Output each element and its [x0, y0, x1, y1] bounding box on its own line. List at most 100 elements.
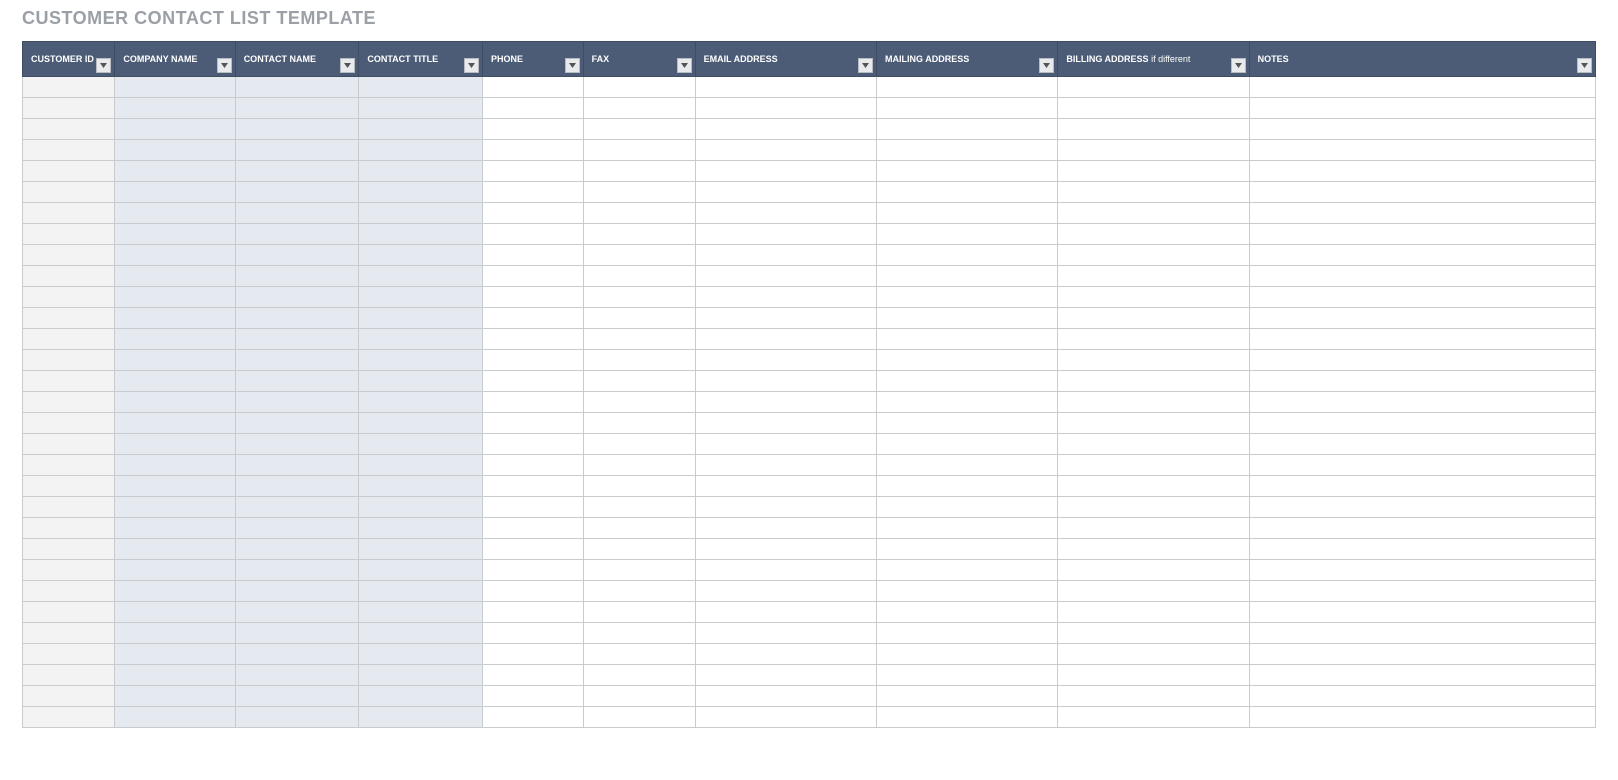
table-cell[interactable] [235, 308, 359, 329]
table-cell[interactable] [483, 455, 584, 476]
table-cell[interactable] [235, 371, 359, 392]
table-cell[interactable] [1249, 77, 1595, 98]
table-cell[interactable] [1249, 371, 1595, 392]
table-cell[interactable] [483, 413, 584, 434]
table-cell[interactable] [483, 119, 584, 140]
table-cell[interactable] [1058, 266, 1249, 287]
table-cell[interactable] [1058, 413, 1249, 434]
table-cell[interactable] [1249, 707, 1595, 728]
table-cell[interactable] [1058, 518, 1249, 539]
table-cell[interactable] [483, 476, 584, 497]
table-cell[interactable] [1249, 287, 1595, 308]
table-cell[interactable] [115, 287, 235, 308]
table-cell[interactable] [695, 581, 876, 602]
table-cell[interactable] [1058, 350, 1249, 371]
table-cell[interactable] [1058, 371, 1249, 392]
table-cell[interactable] [23, 245, 115, 266]
table-cell[interactable] [359, 581, 483, 602]
table-cell[interactable] [1058, 434, 1249, 455]
table-cell[interactable] [359, 707, 483, 728]
table-cell[interactable] [235, 581, 359, 602]
table-cell[interactable] [877, 434, 1058, 455]
table-cell[interactable] [583, 560, 695, 581]
table-cell[interactable] [483, 350, 584, 371]
filter-dropdown-button[interactable] [1231, 58, 1246, 73]
table-cell[interactable] [483, 665, 584, 686]
table-cell[interactable] [877, 581, 1058, 602]
table-cell[interactable] [583, 245, 695, 266]
table-cell[interactable] [235, 539, 359, 560]
table-cell[interactable] [235, 266, 359, 287]
table-cell[interactable] [1249, 140, 1595, 161]
table-cell[interactable] [115, 98, 235, 119]
table-cell[interactable] [1058, 224, 1249, 245]
table-cell[interactable] [483, 392, 584, 413]
table-cell[interactable] [359, 287, 483, 308]
table-cell[interactable] [483, 224, 584, 245]
table-cell[interactable] [695, 245, 876, 266]
table-cell[interactable] [877, 455, 1058, 476]
table-cell[interactable] [877, 686, 1058, 707]
table-cell[interactable] [235, 644, 359, 665]
table-cell[interactable] [695, 413, 876, 434]
table-cell[interactable] [359, 371, 483, 392]
table-cell[interactable] [1249, 476, 1595, 497]
table-cell[interactable] [359, 119, 483, 140]
table-cell[interactable] [235, 560, 359, 581]
table-cell[interactable] [235, 161, 359, 182]
table-cell[interactable] [877, 476, 1058, 497]
table-cell[interactable] [483, 644, 584, 665]
table-cell[interactable] [1249, 581, 1595, 602]
table-cell[interactable] [359, 329, 483, 350]
table-cell[interactable] [877, 140, 1058, 161]
table-cell[interactable] [695, 119, 876, 140]
table-cell[interactable] [695, 308, 876, 329]
table-cell[interactable] [877, 224, 1058, 245]
table-cell[interactable] [115, 77, 235, 98]
table-cell[interactable] [1249, 245, 1595, 266]
table-cell[interactable] [695, 203, 876, 224]
table-cell[interactable] [359, 350, 483, 371]
table-cell[interactable] [115, 350, 235, 371]
table-cell[interactable] [235, 350, 359, 371]
table-cell[interactable] [483, 308, 584, 329]
table-cell[interactable] [1249, 266, 1595, 287]
table-cell[interactable] [115, 686, 235, 707]
table-cell[interactable] [23, 182, 115, 203]
table-cell[interactable] [695, 371, 876, 392]
table-cell[interactable] [1058, 203, 1249, 224]
table-cell[interactable] [115, 539, 235, 560]
table-cell[interactable] [583, 623, 695, 644]
table-cell[interactable] [1058, 182, 1249, 203]
table-cell[interactable] [695, 644, 876, 665]
table-cell[interactable] [235, 455, 359, 476]
table-cell[interactable] [1249, 518, 1595, 539]
table-cell[interactable] [115, 707, 235, 728]
table-cell[interactable] [877, 119, 1058, 140]
table-cell[interactable] [583, 98, 695, 119]
table-cell[interactable] [1058, 329, 1249, 350]
table-cell[interactable] [695, 686, 876, 707]
table-cell[interactable] [1058, 602, 1249, 623]
table-cell[interactable] [359, 623, 483, 644]
table-cell[interactable] [1249, 224, 1595, 245]
table-cell[interactable] [695, 434, 876, 455]
table-cell[interactable] [1249, 98, 1595, 119]
table-cell[interactable] [1058, 98, 1249, 119]
table-cell[interactable] [359, 308, 483, 329]
table-cell[interactable] [235, 77, 359, 98]
table-cell[interactable] [115, 455, 235, 476]
table-cell[interactable] [583, 266, 695, 287]
table-cell[interactable] [1249, 560, 1595, 581]
table-cell[interactable] [235, 497, 359, 518]
table-cell[interactable] [583, 476, 695, 497]
table-cell[interactable] [235, 245, 359, 266]
table-cell[interactable] [235, 224, 359, 245]
table-cell[interactable] [583, 644, 695, 665]
table-cell[interactable] [115, 602, 235, 623]
table-cell[interactable] [583, 581, 695, 602]
table-cell[interactable] [1249, 182, 1595, 203]
table-cell[interactable] [583, 518, 695, 539]
table-cell[interactable] [695, 497, 876, 518]
table-cell[interactable] [359, 518, 483, 539]
